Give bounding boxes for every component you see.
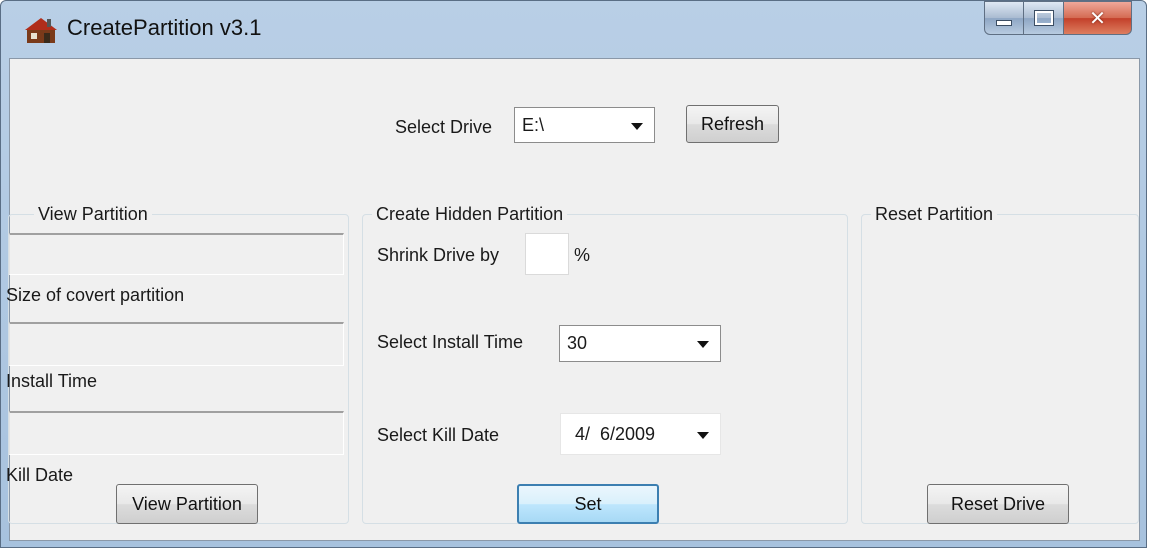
- chevron-down-icon: [697, 432, 709, 439]
- select-kill-date-label: Select Kill Date: [377, 425, 500, 445]
- minimize-button[interactable]: [984, 1, 1024, 35]
- drive-select[interactable]: E:\: [514, 107, 655, 143]
- install-time-select[interactable]: 30: [559, 325, 721, 362]
- kill-date-label: Kill Date: [6, 465, 74, 485]
- title-bar[interactable]: CreatePartition v3.1 ✕: [1, 1, 1146, 58]
- app-icon: [25, 18, 57, 43]
- maximize-button[interactable]: [1024, 1, 1064, 35]
- set-button[interactable]: Set: [517, 484, 659, 524]
- reset-drive-button[interactable]: Reset Drive: [927, 484, 1069, 524]
- covert-partition-size-label: Size of covert partition: [6, 285, 185, 305]
- chevron-down-icon: [631, 123, 643, 130]
- select-drive-label: Select Drive: [395, 117, 493, 137]
- caption-buttons: ✕: [984, 1, 1132, 36]
- view-partition-button[interactable]: View Partition: [116, 484, 258, 524]
- client-area: Select Drive E:\ Refresh View Partition …: [6, 58, 1140, 541]
- reset-partition-legend: Reset Partition: [871, 204, 998, 225]
- app-window: CreatePartition v3.1 ✕ Select Drive E:\ …: [0, 0, 1147, 548]
- percent-sign: %: [574, 245, 591, 265]
- kill-date-field: [9, 411, 344, 455]
- window-title: CreatePartition v3.1: [67, 15, 262, 40]
- shrink-drive-label: Shrink Drive by: [377, 245, 500, 265]
- chevron-down-icon: [697, 341, 709, 348]
- kill-date-picker[interactable]: 4/ 6/2009: [560, 413, 721, 455]
- select-install-time-label: Select Install Time: [377, 332, 524, 352]
- drive-select-value: E:\: [522, 115, 545, 135]
- reset-partition-group: [861, 214, 1139, 524]
- create-hidden-partition-legend: Create Hidden Partition: [372, 204, 568, 225]
- refresh-button[interactable]: Refresh: [686, 105, 779, 143]
- covert-partition-size-field: [9, 233, 344, 275]
- view-partition-legend: View Partition: [34, 204, 152, 225]
- shrink-percent-input[interactable]: [525, 233, 569, 275]
- install-time-select-value: 30: [567, 333, 588, 353]
- install-time-label: Install Time: [6, 371, 98, 391]
- close-icon: ✕: [1089, 6, 1106, 30]
- minimize-icon: [996, 20, 1012, 26]
- kill-date-picker-value: 4/ 6/2009: [575, 424, 656, 444]
- close-button[interactable]: ✕: [1064, 1, 1132, 35]
- maximize-icon: [1034, 11, 1053, 25]
- install-time-field: [9, 322, 344, 366]
